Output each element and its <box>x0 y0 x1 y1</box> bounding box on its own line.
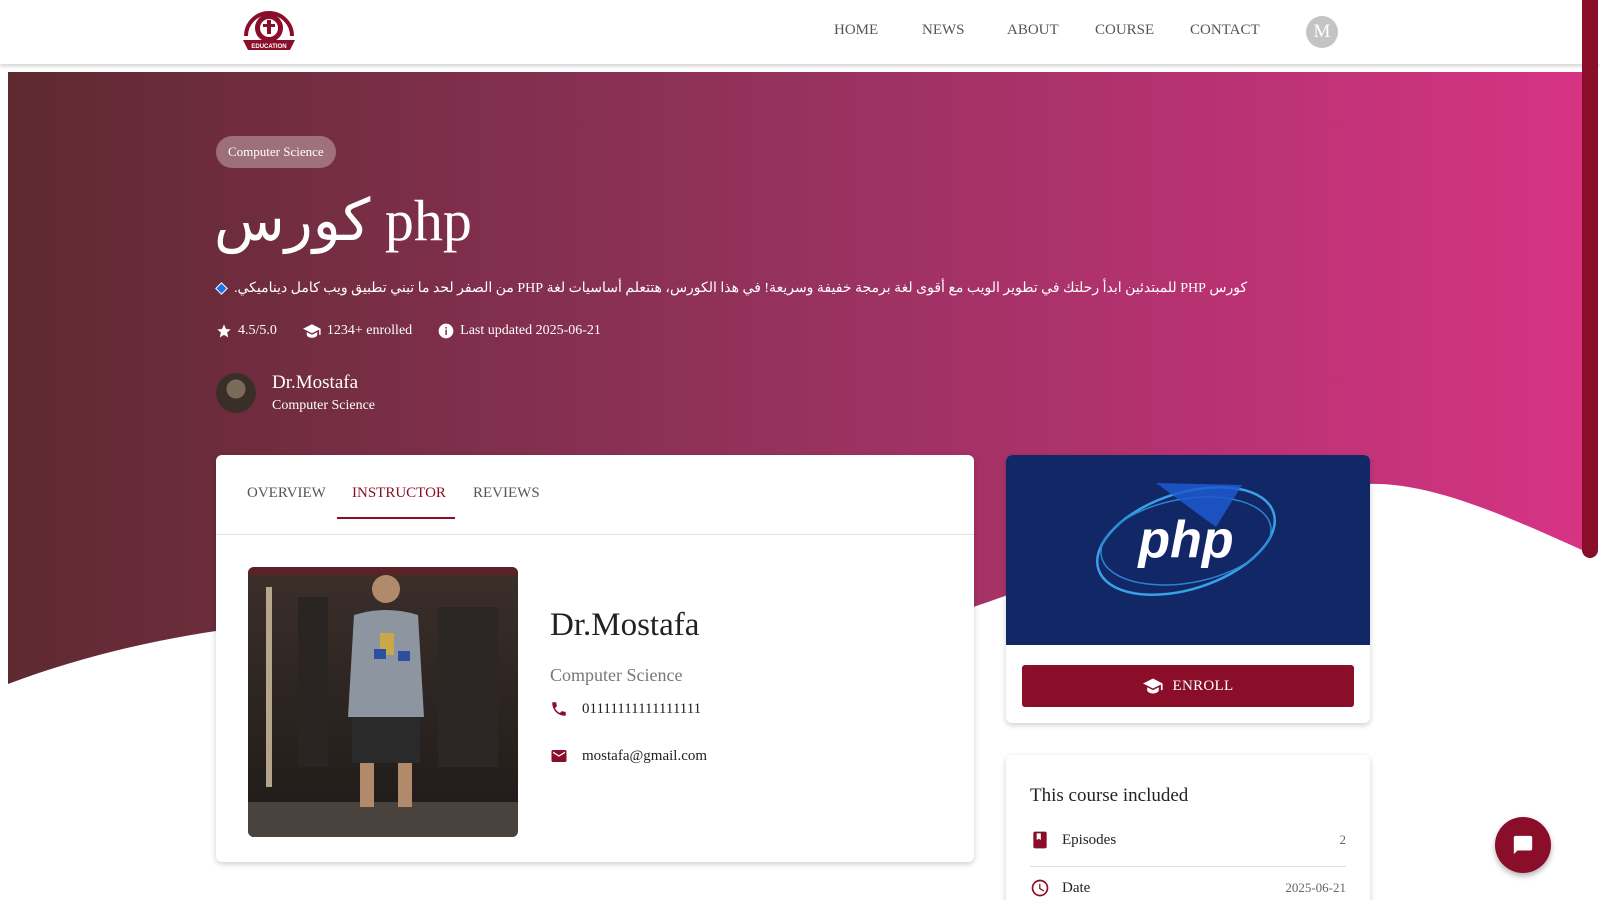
info-icon <box>438 323 454 339</box>
course-thumbnail: php <box>1006 455 1370 645</box>
enrolled-count: 1234+ enrolled <box>302 323 413 339</box>
nav-about[interactable]: ABOUT <box>1007 22 1059 39</box>
rating-value: 4.5/5.0 <box>238 323 277 338</box>
phone-icon <box>552 702 566 716</box>
hero-instructor[interactable]: Dr.Mostafa Computer Science <box>216 372 375 414</box>
php-logo-text: php <box>1136 511 1233 569</box>
episodes-label: Episodes <box>1062 831 1117 848</box>
nav-contact[interactable]: CONTACT <box>1190 22 1260 39</box>
instructor-name: Dr.Mostafa <box>550 607 700 643</box>
course-description: كورس PHP للمبتدئين ابدأ رحلتك في تطوير ا… <box>215 280 1248 297</box>
course-title: كورس php <box>214 188 472 253</box>
enroll-button-label: ENROLL <box>1172 677 1234 694</box>
date-value: 2025-06-21 <box>1285 880 1346 895</box>
nav-home[interactable]: HOME <box>834 22 878 39</box>
date-row: Date 2025-06-21 <box>1030 865 1346 900</box>
diamond-icon <box>215 282 228 295</box>
chat-button[interactable] <box>1495 817 1551 873</box>
hero-instructor-role: Computer Science <box>272 398 376 413</box>
enrolled-value: 1234+ enrolled <box>326 323 413 338</box>
course-included-card: This course included Episodes 2 Date 202… <box>1006 755 1370 900</box>
episodes-value: 2 <box>1339 832 1347 847</box>
graduation-cap-icon <box>1142 678 1163 694</box>
tabs-bar: OVERVIEW INSTRUCTOR REVIEWS <box>216 455 974 535</box>
scrollbar[interactable] <box>1582 0 1598 558</box>
hero-instructor-name: Dr.Mostafa <box>272 372 359 393</box>
course-description-text: كورس PHP للمبتدئين ابدأ رحلتك في تطوير ا… <box>234 281 1248 296</box>
instructor-role: Computer Science <box>550 665 683 685</box>
category-chip[interactable]: Computer Science <box>216 136 336 168</box>
course-meta: 4.5/5.0 1234+ enrolled Last updated 2025… <box>216 323 601 339</box>
instructor-email-value: mostafa@gmail.com <box>582 747 708 764</box>
last-updated: Last updated 2025-06-21 <box>438 323 601 339</box>
enroll-card: php ENROLL <box>1006 455 1370 723</box>
book-icon <box>1033 831 1047 849</box>
enroll-button[interactable]: ENROLL <box>1022 665 1354 707</box>
user-avatar[interactable]: M <box>1306 16 1338 48</box>
instructor-phone-value: 01111111111111111 <box>582 700 702 717</box>
instructor-avatar <box>216 373 256 413</box>
rating: 4.5/5.0 <box>216 323 277 339</box>
clock-icon <box>1031 879 1049 897</box>
course-details-card: OVERVIEW INSTRUCTOR REVIEWS Dr.Mostafa C… <box>216 455 974 862</box>
logo-text: EDUCATION <box>251 44 286 50</box>
top-navbar: EDUCATION HOME NEWS ABOUT COURSE CONTACT… <box>0 0 1600 64</box>
tab-reviews[interactable]: REVIEWS <box>473 485 540 502</box>
episodes-row: Episodes 2 <box>1030 817 1346 863</box>
date-label: Date <box>1062 879 1091 896</box>
last-updated-value: Last updated 2025-06-21 <box>460 323 601 338</box>
instructor-photo <box>248 567 518 837</box>
included-title: This course included <box>1030 785 1189 806</box>
tab-overview[interactable]: OVERVIEW <box>247 485 326 502</box>
nav-news[interactable]: NEWS <box>922 22 965 39</box>
active-tab-indicator <box>337 517 455 519</box>
instructor-phone[interactable]: 01111111111111111 <box>550 700 701 718</box>
star-icon <box>217 324 231 338</box>
chat-icon <box>1513 835 1533 855</box>
mail-icon <box>551 750 567 762</box>
nav-course[interactable]: COURSE <box>1095 22 1154 39</box>
tab-instructor[interactable]: INSTRUCTOR <box>352 485 446 502</box>
graduation-cap-icon <box>302 324 321 338</box>
site-logo[interactable]: EDUCATION <box>240 6 298 54</box>
instructor-email[interactable]: mostafa@gmail.com <box>550 747 707 765</box>
